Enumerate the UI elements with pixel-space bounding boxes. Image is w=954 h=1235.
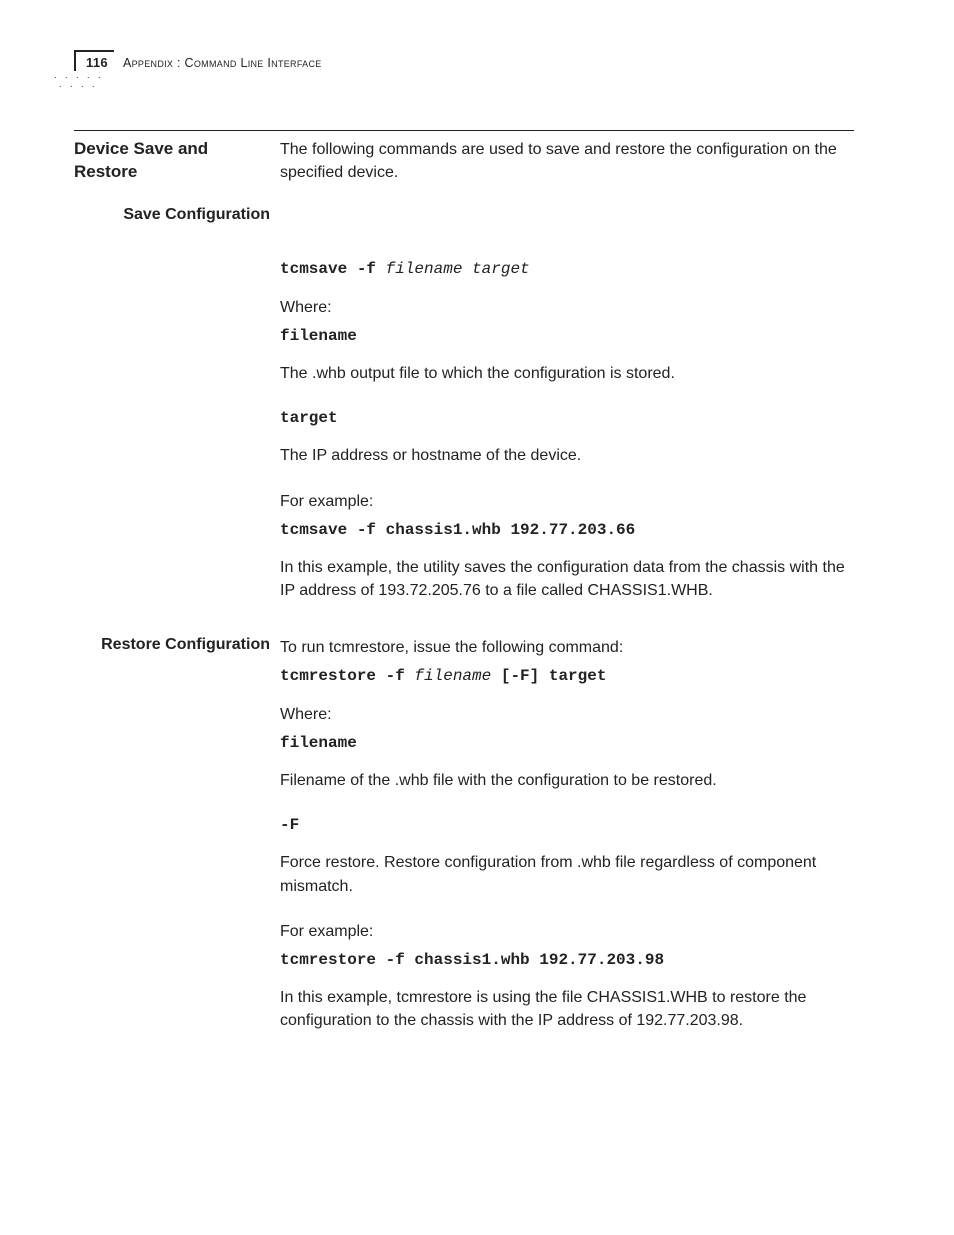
header-text: 116 Appendix : Command Line Interface	[86, 55, 322, 70]
save-body: tcmsave -f filename target Where: filena…	[280, 258, 854, 602]
save-where: Where:	[280, 296, 854, 319]
running-head-text: Appendix : Command Line Interface	[123, 56, 322, 70]
save-example-desc: In this example, the utility saves the c…	[280, 556, 854, 602]
section-intro: The following commands are used to save …	[280, 138, 854, 184]
save-example-cmd: tcmsave -f chassis1.whb 192.77.203.66	[280, 519, 854, 542]
save-heading-row: Save Configuration	[74, 206, 854, 224]
decorative-dots: . . . . . . . . .	[54, 71, 124, 89]
save-target-desc: The IP address or hostname of the device…	[280, 444, 854, 467]
section-rule	[74, 130, 854, 131]
save-filename-desc: The .whb output file to which the config…	[280, 362, 854, 385]
restore-for-example: For example:	[280, 920, 854, 943]
restore-flag-desc: Force restore. Restore configuration fro…	[280, 851, 854, 897]
save-command: tcmsave -f filename target	[280, 258, 854, 281]
restore-cmd-prefix: tcmrestore -f	[280, 667, 414, 685]
restore-heading-cell: Restore Configuration	[74, 636, 280, 654]
section-title: Device Save and Restore	[74, 138, 270, 184]
restore-filename-desc: Filename of the .whb file with the confi…	[280, 769, 854, 792]
save-cmd-prefix: tcmsave -f	[280, 260, 386, 278]
header-corner-v	[74, 50, 76, 71]
content: Device Save and Restore The following co…	[74, 138, 854, 1033]
page-number: 116	[86, 55, 108, 70]
section-row: Device Save and Restore The following co…	[74, 138, 854, 184]
running-header: 116 Appendix : Command Line Interface . …	[64, 52, 894, 92]
restore-intro: To run tcmrestore, issue the following c…	[280, 636, 854, 659]
save-cmd-args: filename target	[386, 260, 530, 278]
restore-heading: Restore Configuration	[74, 636, 270, 654]
save-target-label: target	[280, 407, 854, 430]
restore-heading-row: Restore Configuration To run tcmrestore,…	[74, 636, 854, 1032]
section-title-cell: Device Save and Restore	[74, 138, 280, 184]
page: 116 Appendix : Command Line Interface . …	[0, 0, 954, 1235]
restore-flag-label: -F	[280, 814, 854, 837]
restore-command: tcmrestore -f filename [-F] target	[280, 665, 854, 688]
save-heading: Save Configuration	[74, 206, 270, 224]
restore-cmd-args: filename	[414, 667, 491, 685]
save-heading-cell: Save Configuration	[74, 206, 280, 224]
restore-cmd-suffix: [-F] target	[491, 667, 606, 685]
save-filename-label: filename	[280, 325, 854, 348]
save-for-example: For example:	[280, 490, 854, 513]
restore-body: To run tcmrestore, issue the following c…	[280, 636, 854, 1032]
header-corner-h	[74, 50, 114, 52]
restore-example-cmd: tcmrestore -f chassis1.whb 192.77.203.98	[280, 949, 854, 972]
restore-where: Where:	[280, 703, 854, 726]
restore-example-desc: In this example, tcmrestore is using the…	[280, 986, 854, 1032]
restore-filename-label: filename	[280, 732, 854, 755]
